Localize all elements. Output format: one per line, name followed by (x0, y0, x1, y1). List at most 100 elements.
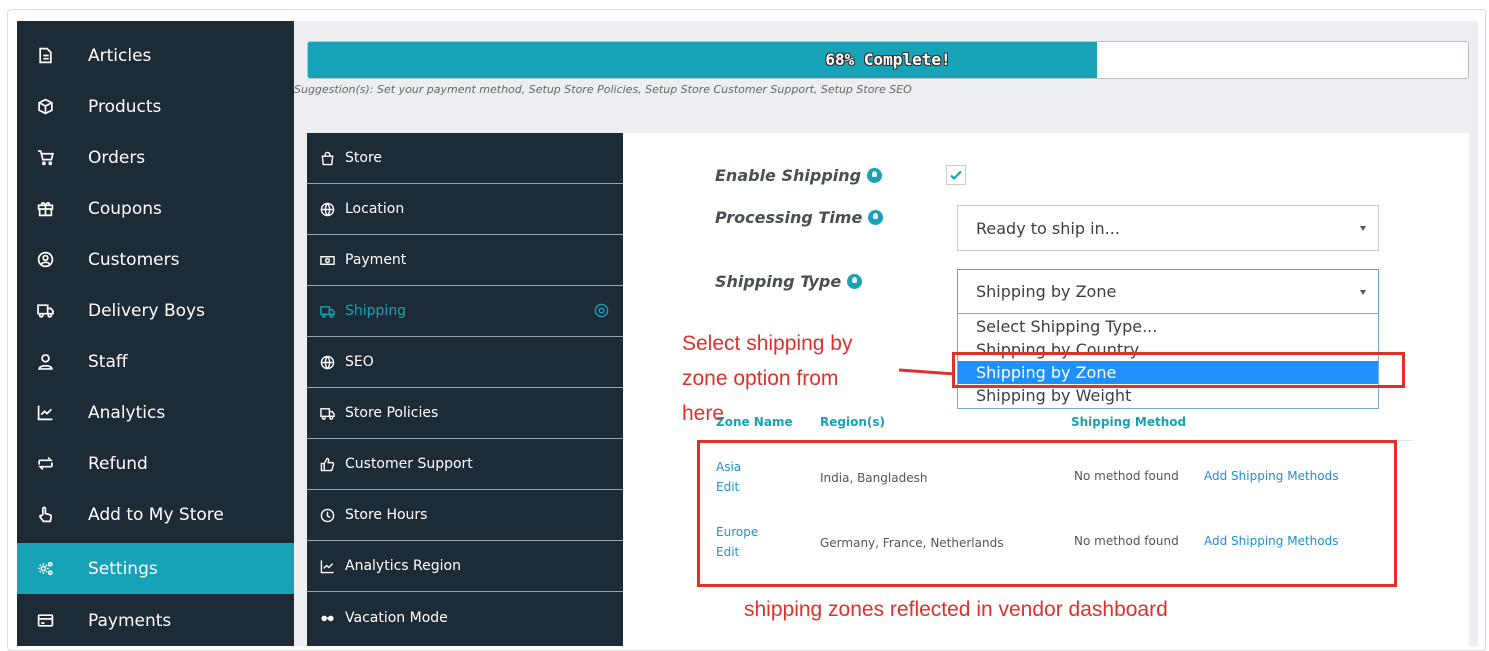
profile-progress-bar: 68% Complete! (307, 41, 1469, 79)
settings-tab-label: Analytics Region (345, 558, 461, 574)
chevron-down-icon (1360, 226, 1366, 231)
clock-icon (319, 507, 335, 523)
truck-icon (319, 405, 335, 421)
sidebar-item-label: Analytics (88, 402, 166, 423)
help-icon[interactable] (847, 274, 863, 289)
thumbs-up-icon (319, 456, 335, 472)
shipping-type-select[interactable]: Shipping by Zone (957, 269, 1379, 314)
column-header-zone-name: Zone Name (716, 415, 793, 429)
sidebar-item-label: Delivery Boys (88, 300, 205, 321)
processing-time-select[interactable]: Ready to ship in... (957, 205, 1379, 251)
hand-pointer-icon (36, 506, 54, 524)
chart-line-icon (319, 558, 335, 574)
user-circle-icon (36, 251, 54, 269)
settings-tab-store[interactable]: Store (307, 133, 623, 184)
vendor-dashboard: Articles Products Orders Coupons Custome… (17, 21, 1478, 646)
settings-tab-label: Store (345, 150, 383, 166)
sidebar-item-payments[interactable]: Payments (17, 595, 294, 646)
sidebar-item-label: Customers (88, 249, 180, 270)
gift-icon (36, 200, 54, 218)
sidebar-item-articles[interactable]: Articles (17, 30, 294, 81)
annotation-bottom: shipping zones reflected in vendor dashb… (744, 598, 1168, 621)
sidebar-item-products[interactable]: Products (17, 81, 294, 132)
shipping-type-option[interactable]: Select Shipping Type... (958, 315, 1378, 338)
settings-tab-label: Store Policies (345, 405, 439, 421)
sidebar-item-add-to-my-store[interactable]: Add to My Store (17, 489, 294, 540)
truck-icon (319, 303, 335, 319)
sidebar-item-label: Articles (88, 45, 152, 66)
settings-tab-payment[interactable]: Payment (307, 235, 623, 286)
settings-tab-label: Customer Support (345, 456, 473, 472)
sidebar-item-settings[interactable]: Settings (17, 543, 294, 594)
sidebar-item-label: Settings (88, 558, 158, 579)
enable-shipping-label: Enable Shipping (715, 166, 883, 185)
settings-tab-store-policies[interactable]: Store Policies (307, 388, 623, 439)
help-icon[interactable] (868, 210, 884, 225)
sidebar-item-analytics[interactable]: Analytics (17, 387, 294, 438)
cube-icon (36, 98, 54, 116)
settings-icon (594, 303, 609, 318)
document-icon (36, 47, 54, 65)
sidebar-item-label: Products (88, 96, 162, 117)
bag-icon (319, 150, 335, 166)
annotation-arrow (898, 368, 956, 376)
refund-icon (36, 455, 54, 473)
settings-tab-shipping[interactable]: Shipping (307, 286, 623, 337)
settings-tab-label: Payment (345, 252, 407, 268)
processing-time-label-text: Processing Time (715, 208, 863, 227)
cart-icon (36, 149, 54, 167)
help-icon[interactable] (867, 168, 883, 183)
main-sidebar: Articles Products Orders Coupons Custome… (17, 21, 294, 646)
settings-tab-store-hours[interactable]: Store Hours (307, 490, 623, 541)
settings-tab-seo[interactable]: SEO (307, 337, 623, 388)
checkmark-icon (950, 170, 962, 181)
sidebar-item-label: Orders (88, 147, 146, 168)
annotation-line-1: Select shipping by (682, 332, 853, 355)
truck-icon (36, 302, 54, 320)
enable-shipping-checkbox[interactable] (946, 165, 966, 185)
shipping-type-value: Shipping by Zone (976, 282, 1117, 301)
glasses-icon (319, 610, 335, 626)
money-icon (319, 252, 335, 268)
shipping-type-label-text: Shipping Type (715, 272, 842, 291)
column-header-shipping-method: Shipping Method (1071, 415, 1187, 429)
annotation-line-3: here (682, 402, 725, 425)
enable-shipping-label-text: Enable Shipping (715, 166, 862, 185)
credit-card-icon (36, 612, 54, 630)
sidebar-item-coupons[interactable]: Coupons (17, 183, 294, 234)
sidebar-item-label: Payments (88, 610, 172, 631)
settings-tab-location[interactable]: Location (307, 184, 623, 235)
annotation-line-2: zone option from (682, 367, 839, 390)
highlight-box-option (952, 352, 1405, 388)
processing-time-label: Processing Time (715, 208, 884, 227)
sidebar-item-delivery-boys[interactable]: Delivery Boys (17, 285, 294, 336)
settings-tab-customer-support[interactable]: Customer Support (307, 439, 623, 490)
progress-suggestion: Suggestion(s): Set your payment method, … (294, 83, 912, 96)
chart-line-icon (36, 404, 54, 422)
progress-text: 68% Complete! (825, 50, 951, 69)
shipping-type-label: Shipping Type (715, 272, 863, 291)
settings-tab-label: Vacation Mode (345, 609, 448, 626)
sidebar-item-staff[interactable]: Staff (17, 336, 294, 387)
sidebar-item-label: Add to My Store (88, 504, 224, 525)
column-header-regions: Region(s) (820, 415, 885, 429)
processing-time-value: Ready to ship in... (976, 218, 1120, 238)
settings-tab-label: Location (345, 201, 405, 217)
sidebar-item-label: Staff (88, 351, 128, 372)
settings-tab-analytics-region[interactable]: Analytics Region (307, 541, 623, 592)
settings-tab-label: SEO (345, 354, 374, 370)
chevron-down-icon (1360, 289, 1366, 295)
sidebar-item-customers[interactable]: Customers (17, 234, 294, 285)
sidebar-item-orders[interactable]: Orders (17, 132, 294, 183)
globe-icon (319, 354, 335, 370)
sidebar-item-label: Coupons (88, 198, 162, 219)
cogs-icon (36, 560, 54, 578)
settings-tab-label: Store Hours (345, 507, 428, 523)
user-icon (36, 353, 54, 371)
settings-tab-label: Shipping (345, 303, 407, 319)
settings-menu: Store Location Payment Shipping SEO Stor… (307, 133, 623, 646)
settings-tab-vacation-mode[interactable]: Vacation Mode (307, 592, 623, 643)
globe-icon (319, 201, 335, 217)
sidebar-item-refund[interactable]: Refund (17, 438, 294, 489)
highlight-box-zones (697, 440, 1397, 587)
